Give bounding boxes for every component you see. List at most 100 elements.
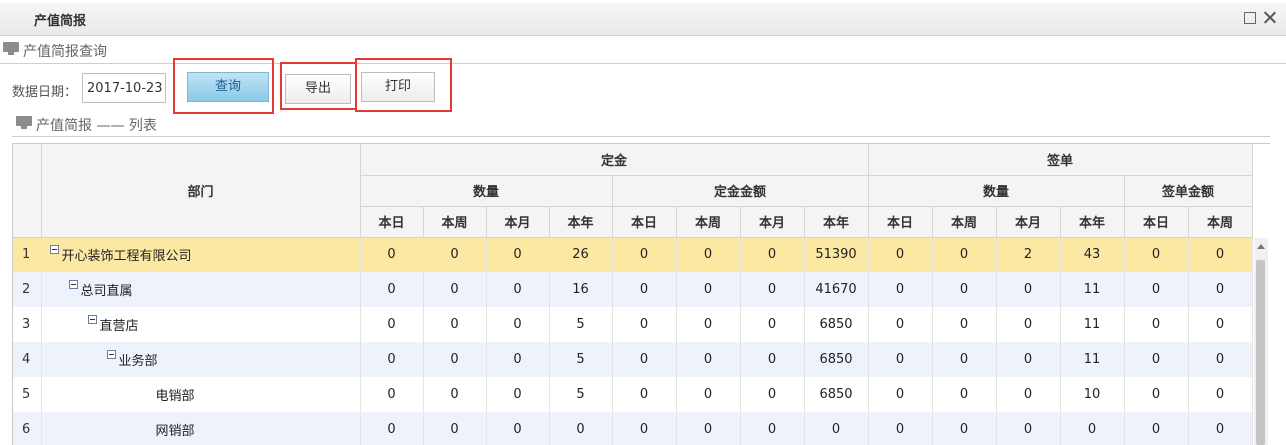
table-row[interactable]: 3 直营店 0 0 0 5 0 0 0 6850 0 0 0 11 0 0 <box>13 307 1253 342</box>
value-cell: 0 <box>360 307 424 342</box>
table-row[interactable]: 5 电销部 0 0 0 5 0 0 0 6850 0 0 0 10 0 0 <box>13 377 1253 412</box>
value-cell: 0 <box>1188 237 1253 272</box>
value-cell: 0 <box>996 272 1061 307</box>
period-header: 本月 <box>996 206 1061 238</box>
value-cell: 0 <box>740 237 805 272</box>
value-cell: 0 <box>676 272 741 307</box>
period-header: 本年 <box>549 206 613 238</box>
value-cell: 0 <box>612 272 677 307</box>
period-header: 本周 <box>1188 206 1253 238</box>
collapse-icon[interactable] <box>68 280 78 289</box>
value-cell: 0 <box>360 237 424 272</box>
value-cell: 0 <box>486 307 550 342</box>
scrollbar-thumb[interactable] <box>1256 260 1265 445</box>
value-cell: 6850 <box>804 307 869 342</box>
period-header: 本日 <box>1124 206 1189 238</box>
dept-name: 开心装饰工程有限公司 <box>61 249 192 265</box>
collapse-icon[interactable] <box>87 315 97 324</box>
value-cell: 0 <box>868 342 933 377</box>
row-number: 6 <box>13 412 42 445</box>
value-cell: 0 <box>423 342 487 377</box>
window-title: 产值简报 <box>34 14 87 29</box>
subgroup-header: 定金金额 <box>612 175 869 207</box>
value-cell: 5 <box>549 342 613 377</box>
value-cell: 0 <box>868 377 933 412</box>
row-number: 5 <box>13 377 42 412</box>
dept-cell[interactable]: 直营店 <box>41 307 361 342</box>
value-cell: 0 <box>932 307 997 342</box>
value-cell: 0 <box>868 237 933 272</box>
value-cell: 0 <box>360 342 424 377</box>
value-cell: 0 <box>740 377 805 412</box>
value-cell: 0 <box>423 377 487 412</box>
value-cell: 0 <box>612 342 677 377</box>
value-cell: 11 <box>1060 307 1125 342</box>
value-cell: 0 <box>486 412 550 445</box>
value-cell: 0 <box>1060 412 1125 445</box>
scroll-up-icon[interactable] <box>1257 244 1265 249</box>
value-cell: 0 <box>676 342 741 377</box>
value-cell: 0 <box>1124 272 1189 307</box>
value-cell: 0 <box>740 412 805 445</box>
dept-header[interactable]: 部门 <box>41 144 361 238</box>
value-cell: 0 <box>486 342 550 377</box>
collapse-icon[interactable] <box>106 350 116 359</box>
table-row[interactable]: 6 网销部 0 0 0 0 0 0 0 0 0 0 0 0 0 0 <box>13 412 1253 445</box>
value-cell: 0 <box>740 342 805 377</box>
table-row[interactable]: 2 总司直属 0 0 0 16 0 0 0 41670 0 0 0 11 0 0 <box>13 272 1253 307</box>
value-cell: 0 <box>868 272 933 307</box>
value-cell: 0 <box>996 307 1061 342</box>
dept-cell[interactable]: 开心装饰工程有限公司 <box>41 237 361 272</box>
table-row[interactable]: 1 开心装饰工程有限公司 0 0 0 26 0 0 0 51390 0 0 2 43 0 0 <box>13 237 1253 272</box>
dept-cell[interactable]: 网销部 <box>41 412 361 445</box>
dept-name: 电销部 <box>155 389 195 404</box>
table-row[interactable]: 4 业务部 0 0 0 5 0 0 0 6850 0 0 0 11 0 0 <box>13 342 1253 377</box>
value-cell: 2 <box>996 237 1061 272</box>
monitor-icon <box>3 42 19 56</box>
value-cell: 10 <box>1060 377 1125 412</box>
date-input[interactable] <box>82 73 166 103</box>
value-cell: 0 <box>868 412 933 445</box>
output-report-grid: 部门 定金 签单 数量 定金金额 数量 签单金额 本日 本周 本月 本年 本日 本周 本月本… <box>12 143 1270 445</box>
value-cell: 0 <box>676 412 741 445</box>
vertical-scrollbar[interactable] <box>1254 238 1268 445</box>
value-cell: 0 <box>1188 377 1253 412</box>
group-header-signed: 签单 <box>868 144 1253 176</box>
value-cell: 0 <box>996 412 1061 445</box>
period-header: 本月 <box>740 206 805 238</box>
dept-cell[interactable]: 电销部 <box>41 377 361 412</box>
value-cell: 0 <box>360 272 424 307</box>
value-cell: 0 <box>1124 377 1189 412</box>
dept-name: 直营店 <box>99 319 139 334</box>
row-number: 1 <box>13 237 42 272</box>
rownum-header <box>13 144 42 238</box>
value-cell: 0 <box>932 272 997 307</box>
value-cell: 6850 <box>804 377 869 412</box>
window-titlebar: 产值简报 <box>0 0 1286 36</box>
dept-cell[interactable]: 总司直属 <box>41 272 361 307</box>
value-cell: 0 <box>740 272 805 307</box>
close-icon[interactable] <box>1262 10 1278 26</box>
value-cell: 0 <box>612 307 677 342</box>
value-cell: 0 <box>676 377 741 412</box>
grid-body: 1 开心装饰工程有限公司 0 0 0 26 0 0 0 51390 0 0 2 43 0 0 2 总司直属 0 0 0 1… <box>13 237 1253 445</box>
dept-cell[interactable]: 业务部 <box>41 342 361 377</box>
value-cell: 0 <box>932 342 997 377</box>
period-header: 本日 <box>612 206 677 238</box>
value-cell: 26 <box>549 237 613 272</box>
value-cell: 0 <box>423 412 487 445</box>
value-cell: 0 <box>996 377 1061 412</box>
value-cell: 0 <box>423 272 487 307</box>
value-cell: 51390 <box>804 237 869 272</box>
value-cell: 43 <box>1060 237 1125 272</box>
maximize-icon[interactable] <box>1242 10 1258 26</box>
period-header: 本周 <box>676 206 741 238</box>
value-cell: 0 <box>423 307 487 342</box>
period-header: 本年 <box>804 206 869 238</box>
collapse-icon[interactable] <box>49 245 59 255</box>
titlebar-top-edge <box>0 0 1286 3</box>
value-cell: 0 <box>612 412 677 445</box>
value-cell: 0 <box>360 377 424 412</box>
list-section-title: 产值简报 —— 列表 <box>36 118 157 134</box>
value-cell: 0 <box>1124 307 1189 342</box>
